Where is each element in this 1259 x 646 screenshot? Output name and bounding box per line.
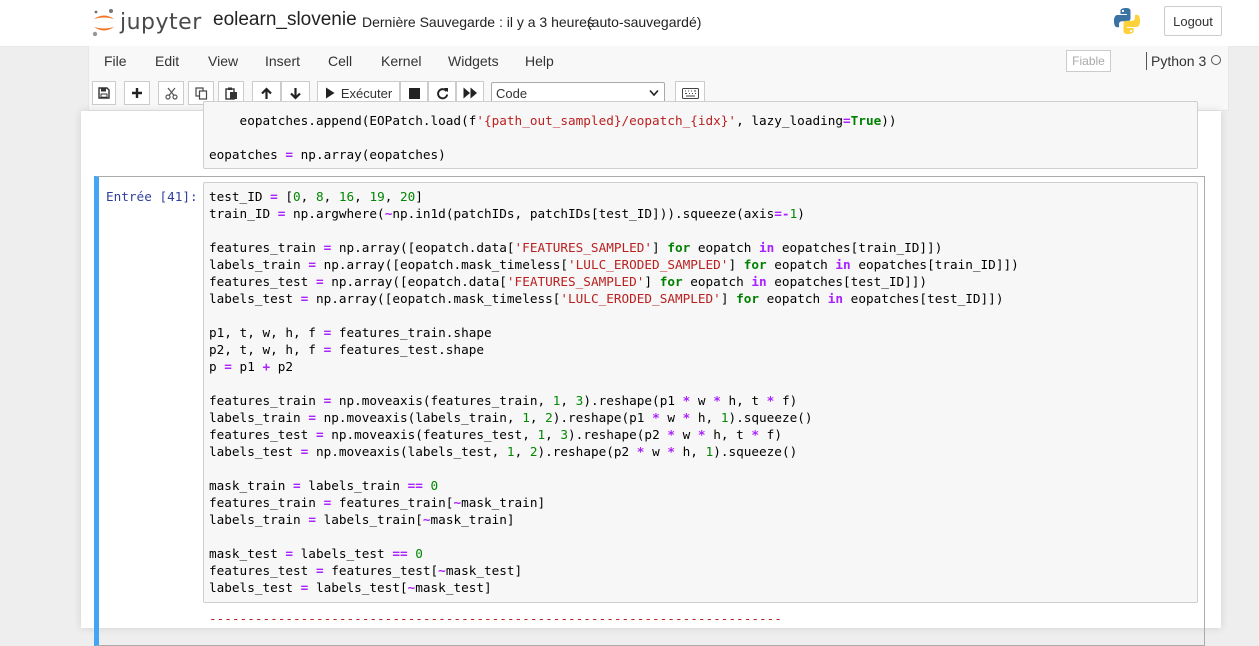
output-traceback-separator: ----------------------------------------…: [209, 611, 782, 626]
menu-file[interactable]: File: [104, 53, 127, 69]
arrow-up-icon: [261, 86, 272, 99]
copy-icon: [194, 86, 207, 100]
play-icon: [325, 87, 335, 99]
menubar: File Edit View Insert Cell Kernel Widget…: [88, 46, 1229, 76]
kernel-status-icon: [1211, 55, 1221, 65]
python-logo-icon: [1112, 6, 1142, 41]
menu-cell[interactable]: Cell: [328, 53, 352, 69]
cut-icon: [164, 87, 178, 100]
notebook-name[interactable]: eolearn_slovenie: [213, 9, 357, 31]
save-button[interactable]: [92, 81, 116, 105]
code-input-selected[interactable]: test_ID = [0, 8, 16, 19, 20] train_ID = …: [203, 182, 1198, 603]
menu-view[interactable]: View: [208, 53, 238, 69]
save-status: Dernière Sauvegarde : il y a 3 heures: [362, 14, 594, 30]
cell-type-value: Code: [496, 86, 528, 101]
save-icon: [98, 87, 110, 99]
menu-insert[interactable]: Insert: [265, 53, 300, 69]
paste-icon: [224, 87, 237, 100]
arrow-down-icon: [290, 87, 301, 100]
trusted-indicator[interactable]: Fiable: [1066, 50, 1111, 72]
code-input-previous[interactable]: eopatches.append(EOPatch.load(f'{path_ou…: [203, 101, 1198, 169]
cut-button[interactable]: [158, 81, 184, 105]
jupyter-wordmark: jupyter: [120, 9, 202, 35]
kernel-name: Python 3: [1151, 53, 1207, 69]
fast-forward-icon: [463, 87, 477, 99]
menu-edit[interactable]: Edit: [155, 53, 179, 69]
menu-help[interactable]: Help: [525, 53, 554, 69]
logout-button[interactable]: Logout: [1164, 6, 1222, 36]
kernel-separator: [1146, 52, 1147, 70]
menu-kernel[interactable]: Kernel: [381, 53, 421, 69]
jupyter-logo[interactable]: jupyter: [92, 6, 202, 38]
input-prompt: Entrée [41]:: [106, 189, 198, 204]
stop-icon: [408, 87, 420, 99]
jupyter-logo-icon: [92, 9, 114, 37]
code-editor-previous[interactable]: eopatches.append(EOPatch.load(f'{path_ou…: [209, 112, 897, 163]
autosave-status: (auto-sauvegardé): [587, 14, 702, 30]
keyboard-icon: [681, 87, 699, 99]
code-editor-selected[interactable]: test_ID = [0, 8, 16, 19, 20] train_ID = …: [209, 188, 1019, 596]
menu-widgets[interactable]: Widgets: [448, 53, 499, 69]
notebook-page: eopatches.append(EOPatch.load(f'{path_ou…: [81, 101, 1221, 646]
restart-icon: [436, 87, 448, 99]
chevron-down-icon: [649, 89, 659, 97]
header: jupyter eolearn_slovenie Dernière Sauveg…: [0, 0, 1259, 47]
plus-icon: [132, 88, 142, 98]
insert-cell-button[interactable]: [124, 81, 150, 105]
run-label: Exécuter: [340, 85, 393, 101]
notebook-area[interactable]: eopatches.append(EOPatch.load(f'{path_ou…: [0, 101, 1259, 646]
